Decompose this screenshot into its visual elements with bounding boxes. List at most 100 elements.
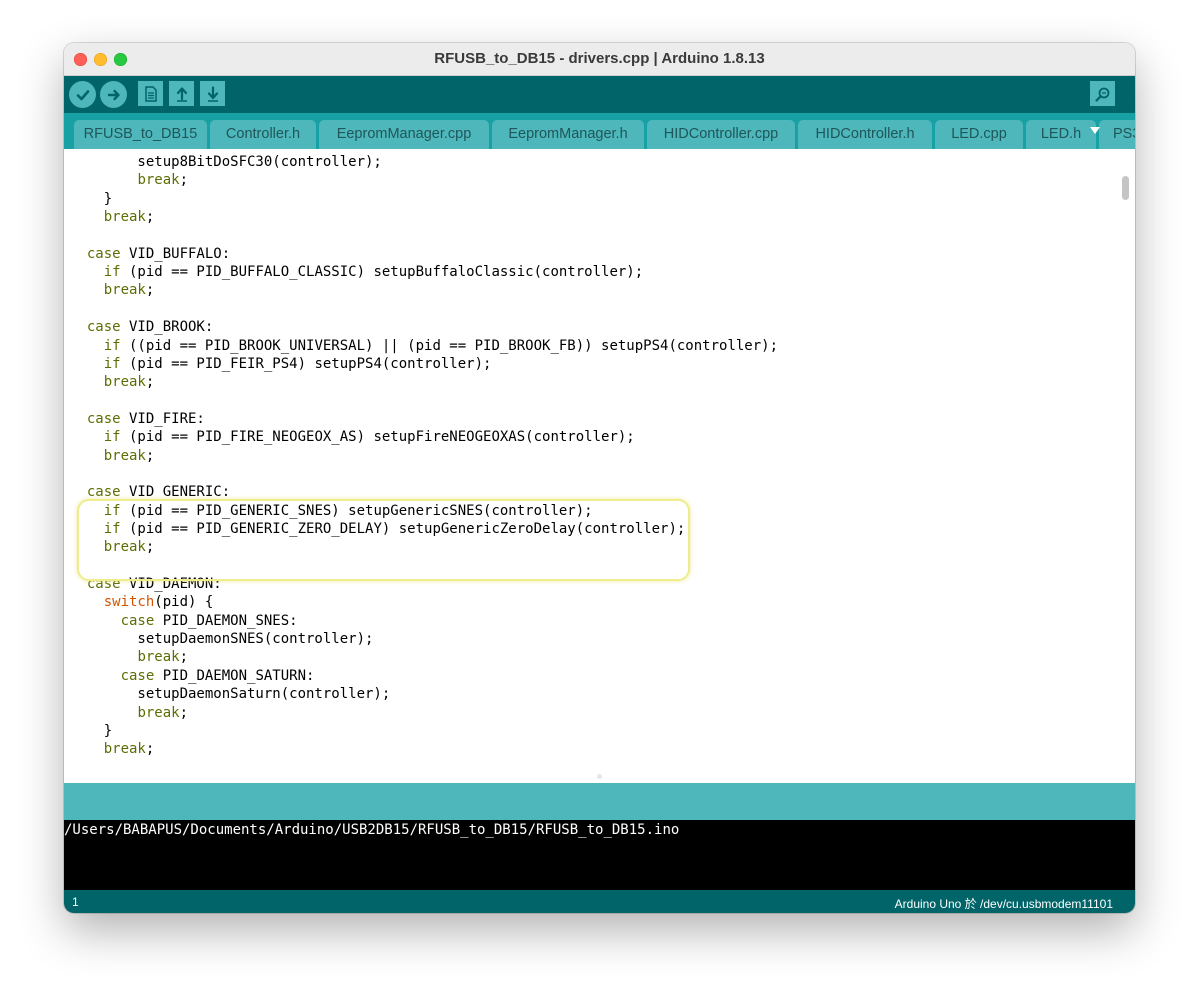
code-keyword: case xyxy=(86,484,121,501)
document-icon xyxy=(144,85,157,102)
upload-button[interactable] xyxy=(100,81,127,108)
code-keyword: if xyxy=(103,264,121,281)
code-line: setupDaemonSaturn(controller); xyxy=(70,685,390,703)
code-line: switch(pid) { xyxy=(70,593,214,611)
code-line: setup8BitDoSFC30(controller); xyxy=(70,153,382,171)
code-keyword: case xyxy=(120,667,155,684)
code-keyword: switch xyxy=(103,594,155,611)
code-line: case VID_BROOK: xyxy=(70,318,213,336)
code-keyword: case xyxy=(86,410,121,427)
verify-button[interactable] xyxy=(69,81,96,108)
code-keyword: break xyxy=(137,649,180,666)
tab-hidcontroller-h[interactable]: HIDController.h xyxy=(798,120,932,149)
tab-hidcontroller-cpp[interactable]: HIDController.cpp xyxy=(647,120,795,149)
code-keyword: break xyxy=(103,741,146,758)
code-keyword: break xyxy=(137,704,180,721)
code-line: break; xyxy=(70,648,188,666)
save-sketch-button[interactable] xyxy=(200,81,225,106)
checkmark-icon xyxy=(76,89,89,100)
code-text: ((pid == PID_BROOK_UNIVERSAL) || (pid ==… xyxy=(120,337,779,354)
code-line: break; xyxy=(70,208,155,226)
title-bar: RFUSB_to_DB15 - drivers.cpp | Arduino 1.… xyxy=(64,43,1135,76)
code-line: case VID_FIRE: xyxy=(70,410,205,428)
tab-bar: RFUSB_to_DB15 Controller.h EepromManager… xyxy=(64,113,1135,149)
code-text: ; xyxy=(145,447,155,464)
code-keyword: break xyxy=(103,209,146,226)
code-text: (pid == PID_BUFFALO_CLASSIC) setupBuffal… xyxy=(120,264,644,281)
tab-led-cpp[interactable]: LED.cpp xyxy=(935,120,1023,149)
code-text: } xyxy=(70,190,113,207)
code-line: setupDaemonSNES(controller); xyxy=(70,630,373,648)
splitter-handle[interactable] xyxy=(597,774,602,779)
code-line: if (pid == PID_FEIR_PS4) setupPS4(contro… xyxy=(70,355,492,373)
code-text: ; xyxy=(145,741,155,758)
tab-ps3[interactable]: PS3 xyxy=(1099,120,1135,149)
editor-vertical-scrollbar[interactable] xyxy=(1122,176,1129,200)
code-keyword: if xyxy=(103,337,121,354)
code-line: } xyxy=(70,190,112,208)
code-keyword: case xyxy=(86,245,121,262)
code-keyword: if xyxy=(103,355,121,372)
arrow-down-icon xyxy=(207,85,218,102)
code-text: ; xyxy=(145,282,155,299)
code-text: VID_GENERIC: xyxy=(120,484,231,501)
code-text: (pid) { xyxy=(154,594,214,611)
code-line: break; xyxy=(70,373,155,391)
serial-monitor-button[interactable] xyxy=(1090,81,1115,106)
code-line: break; xyxy=(70,740,155,758)
code-text: (pid == PID_FIRE_NEOGEOX_AS) setupFireNE… xyxy=(120,429,635,446)
code-text: ; xyxy=(179,704,189,721)
code-line: break; xyxy=(70,447,155,465)
tab-led-h[interactable]: LED.h xyxy=(1026,120,1096,149)
code-text: VID_BROOK: xyxy=(120,319,214,336)
code-line: break; xyxy=(70,281,155,299)
code-keyword: break xyxy=(103,447,146,464)
code-keyword: case xyxy=(86,319,121,336)
code-text: setupDaemonSNES(controller); xyxy=(70,631,374,648)
code-line: case VID_BUFFALO: xyxy=(70,245,230,263)
current-line-number: 1 xyxy=(72,895,79,909)
status-footer: 1 Arduino Uno 於 /dev/cu.usbmodem11101 xyxy=(64,890,1135,913)
tab-eeprommanager-cpp[interactable]: EepromManager.cpp xyxy=(319,120,489,149)
code-line: case PID_DAEMON_SNES: xyxy=(70,612,298,630)
new-sketch-button[interactable] xyxy=(138,81,163,106)
code-keyword: break xyxy=(103,374,146,391)
open-sketch-button[interactable] xyxy=(169,81,194,106)
code-text: setup8BitDoSFC30(controller); xyxy=(70,154,382,170)
code-line: if ((pid == PID_BROOK_UNIVERSAL) || (pid… xyxy=(70,337,778,355)
code-text: ; xyxy=(179,649,189,666)
code-text: ; xyxy=(145,209,155,226)
code-text: PID_DAEMON_SNES: xyxy=(154,612,298,629)
code-text: (pid == PID_FEIR_PS4) setupPS4(controlle… xyxy=(120,355,492,372)
tab-menu-dropdown-icon[interactable] xyxy=(1090,127,1100,134)
code-line: if (pid == PID_FIRE_NEOGEOX_AS) setupFir… xyxy=(70,428,635,446)
arduino-ide-window: RFUSB_to_DB15 - drivers.cpp | Arduino 1.… xyxy=(64,43,1135,913)
code-text: PID_DAEMON_SATURN: xyxy=(154,667,315,684)
code-editor[interactable]: setup8BitDoSFC30(controller); break; } b… xyxy=(64,149,1135,781)
tab-eeprommanager-h[interactable]: EepromManager.h xyxy=(492,120,644,149)
code-line: if (pid == PID_BUFFALO_CLASSIC) setupBuf… xyxy=(70,263,643,281)
tab-rfusb-to-db15[interactable]: RFUSB_to_DB15 xyxy=(74,120,207,149)
tab-controller-h[interactable]: Controller.h xyxy=(210,120,316,149)
highlight-annotation-box xyxy=(77,499,690,581)
console-line: /Users/BABAPUS/Documents/Arduino/USB2DB1… xyxy=(64,822,680,838)
code-text: VID_BUFFALO: xyxy=(120,245,231,262)
code-line: case PID_DAEMON_SATURN: xyxy=(70,667,315,685)
code-text: } xyxy=(70,722,113,739)
